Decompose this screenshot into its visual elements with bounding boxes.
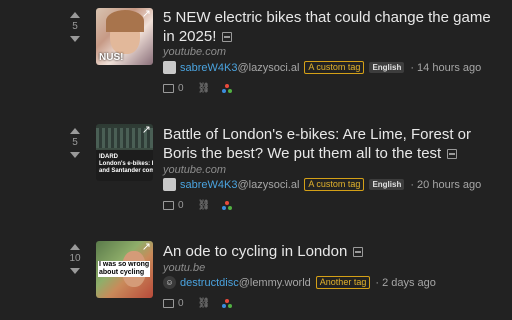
user-avatar-icon[interactable] <box>163 61 176 74</box>
post-time: · 2 days ago <box>375 276 436 289</box>
post-title-text[interactable]: Battle of London's e-bikes: Are Lime, Fo… <box>163 126 471 162</box>
user-avatar-icon[interactable] <box>163 178 176 191</box>
link-icon[interactable]: ⛓ <box>198 201 211 211</box>
link-icon[interactable]: ⛓ <box>198 299 211 309</box>
expand-icon[interactable] <box>447 149 458 160</box>
post-domain[interactable]: youtube.com <box>163 164 226 176</box>
thumbnail-caption: I was so wrong about cycling <box>98 261 151 277</box>
post-actions: 0 ⛓ <box>163 200 232 211</box>
thumbnail-caption: NUS! <box>99 52 124 63</box>
external-link-icon: ↗ <box>141 241 151 253</box>
comments-button[interactable]: 0 <box>163 200 184 211</box>
user-instance[interactable]: @lazysoci.al <box>237 62 299 74</box>
post-title-text[interactable]: An ode to cycling in London <box>163 243 347 260</box>
username-link[interactable]: sabreW4K3 <box>180 179 237 191</box>
upvote-icon[interactable] <box>70 12 80 18</box>
post-actions: 0 ⛓ <box>163 298 232 309</box>
comments-button[interactable]: 0 <box>163 83 184 94</box>
comment-count: 0 <box>178 83 184 94</box>
language-badge: English <box>369 62 405 73</box>
post-actions: 0 ⛓ <box>163 83 232 94</box>
post-thumbnail[interactable]: ↗ NUS! <box>96 8 153 65</box>
link-icon[interactable]: ⛓ <box>198 84 211 94</box>
language-badge: English <box>369 179 405 190</box>
fediverse-icon[interactable] <box>221 298 232 309</box>
username-link[interactable]: destructdisc <box>180 277 239 289</box>
expand-icon[interactable] <box>222 32 233 43</box>
upvote-icon[interactable] <box>70 128 80 134</box>
downvote-icon[interactable] <box>70 152 80 158</box>
comment-count: 0 <box>178 298 184 309</box>
post-time: · 20 hours ago <box>410 178 482 191</box>
comment-icon <box>163 84 174 93</box>
post-title[interactable]: An ode to cycling in London <box>163 242 503 261</box>
username-link[interactable]: sabreW4K3 <box>180 62 237 74</box>
external-link-icon: ↗ <box>141 8 151 20</box>
post-domain[interactable]: youtu.be <box>163 262 205 274</box>
vote-controls: 10 <box>62 244 88 274</box>
post-title-text[interactable]: 5 NEW electric bikes that could change t… <box>163 9 491 45</box>
post-time: · 14 hours ago <box>410 61 482 74</box>
vote-score: 5 <box>72 21 78 32</box>
upvote-icon[interactable] <box>70 244 80 250</box>
custom-tag-badge: A custom tag <box>304 178 365 191</box>
comment-count: 0 <box>178 200 184 211</box>
user-instance[interactable]: @lazysoci.al <box>237 179 299 191</box>
post-meta: sabreW4K3 @lazysoci.al A custom tag Engl… <box>163 61 481 74</box>
fediverse-icon[interactable] <box>221 200 232 211</box>
custom-tag-badge: Another tag <box>315 276 371 289</box>
external-link-icon: ↗ <box>141 124 151 136</box>
downvote-icon[interactable] <box>70 268 80 274</box>
thumbnail-caption: IDARD London's e-bikes: Li and Santander… <box>99 154 153 174</box>
comment-icon <box>163 201 174 210</box>
post-meta: sabreW4K3 @lazysoci.al A custom tag Engl… <box>163 178 481 191</box>
vote-controls: 5 <box>62 12 88 42</box>
fediverse-icon[interactable] <box>221 83 232 94</box>
post-domain[interactable]: youtube.com <box>163 46 226 58</box>
vote-controls: 5 <box>62 128 88 158</box>
custom-tag-badge: A custom tag <box>304 61 365 74</box>
downvote-icon[interactable] <box>70 36 80 42</box>
comment-icon <box>163 299 174 308</box>
user-instance[interactable]: @lemmy.world <box>239 277 311 289</box>
expand-icon[interactable] <box>353 247 364 258</box>
post-thumbnail[interactable]: ↗ IDARD London's e-bikes: Li and Santand… <box>96 124 153 181</box>
post-thumbnail[interactable]: ↗ I was so wrong about cycling <box>96 241 153 298</box>
post-title[interactable]: 5 NEW electric bikes that could change t… <box>163 8 503 46</box>
comments-button[interactable]: 0 <box>163 298 184 309</box>
post-meta: ☺ destructdisc @lemmy.world Another tag … <box>163 276 436 289</box>
vote-score: 5 <box>72 137 78 148</box>
user-avatar-icon[interactable]: ☺ <box>163 276 176 289</box>
vote-score: 10 <box>69 253 81 264</box>
post-title[interactable]: Battle of London's e-bikes: Are Lime, Fo… <box>163 125 503 163</box>
